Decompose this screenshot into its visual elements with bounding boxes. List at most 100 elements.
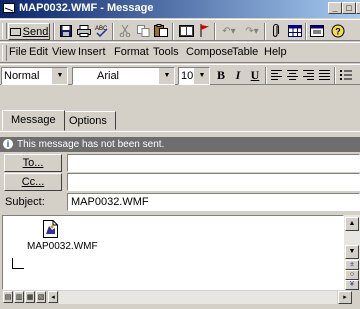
scroll-right-icon[interactable]: ▸ bbox=[338, 291, 352, 304]
outline-view-icon[interactable]: ▧ bbox=[36, 291, 46, 303]
minimize-button[interactable]: _ bbox=[328, 2, 342, 14]
previous-page-icon[interactable]: ± bbox=[345, 260, 359, 270]
normal-view-icon[interactable]: ▤ bbox=[3, 291, 13, 303]
select-browse-icon[interactable]: ○ bbox=[345, 270, 359, 280]
save-icon bbox=[60, 25, 72, 37]
chevron-down-icon: ▼ bbox=[52, 68, 67, 84]
subject-field[interactable]: MAP0032.WMF bbox=[67, 193, 360, 211]
justify-button[interactable] bbox=[317, 67, 332, 84]
menu-compose[interactable]: Compose bbox=[186, 46, 233, 58]
scroll-left-icon[interactable]: ◂ bbox=[48, 291, 58, 303]
table-button[interactable] bbox=[287, 23, 303, 40]
subject-label: Subject: bbox=[5, 196, 45, 208]
file-icon bbox=[43, 220, 58, 238]
toolbar-separator bbox=[334, 67, 336, 84]
chevron-down-icon: ▼ bbox=[159, 68, 174, 84]
spell-check-icon: ABC bbox=[95, 26, 108, 38]
bullets-button[interactable] bbox=[338, 67, 354, 84]
toolbar-grip[interactable] bbox=[2, 23, 7, 39]
redo-button[interactable]: ↷▾ bbox=[241, 23, 263, 40]
align-left-button[interactable] bbox=[269, 67, 284, 84]
info-text: This message has not been sent. bbox=[17, 139, 165, 150]
attachment-filename[interactable]: MAP0032.WMF bbox=[27, 241, 98, 252]
attachment-item[interactable] bbox=[41, 220, 59, 238]
font-select[interactable]: Arial ▼ bbox=[72, 67, 175, 85]
bold-button[interactable]: B bbox=[213, 67, 229, 84]
align-center-button[interactable] bbox=[285, 67, 300, 84]
toolbar-separator bbox=[112, 23, 114, 40]
help-button[interactable]: ? bbox=[329, 23, 347, 40]
toolbar-separator bbox=[214, 23, 216, 40]
formatting-toolbar: Normal ▼ Arial ▼ 10 ▼ B I U bbox=[0, 64, 360, 85]
copy-icon bbox=[136, 25, 149, 37]
menu-tools[interactable]: Tools bbox=[153, 46, 179, 58]
horizontal-scroll-track[interactable] bbox=[59, 291, 337, 304]
toolbar-separator bbox=[53, 23, 55, 40]
align-right-icon bbox=[303, 70, 314, 80]
help-icon: ? bbox=[331, 24, 345, 38]
print-button[interactable] bbox=[76, 23, 92, 40]
view-button[interactable] bbox=[309, 23, 325, 40]
align-left-icon bbox=[271, 70, 282, 80]
to-label: To... bbox=[22, 157, 44, 169]
cc-button[interactable]: Cc... bbox=[4, 173, 62, 191]
scroll-down-icon[interactable]: ▼ bbox=[345, 245, 359, 259]
bullets-icon bbox=[340, 70, 352, 80]
cut-button[interactable] bbox=[117, 23, 133, 40]
font-size-value: 10 bbox=[181, 70, 194, 82]
flag-icon bbox=[200, 24, 209, 37]
menu-view[interactable]: View bbox=[52, 46, 76, 58]
to-field[interactable] bbox=[67, 154, 360, 172]
align-center-icon bbox=[287, 70, 298, 80]
scroll-up-icon[interactable]: ▲ bbox=[345, 217, 359, 231]
cc-field[interactable] bbox=[67, 173, 360, 191]
tab-message[interactable]: Message bbox=[2, 110, 65, 131]
copy-button[interactable] bbox=[135, 23, 151, 40]
bottom-bar: ▤ ▥ ▦ ▧ ◂ ▸ bbox=[0, 290, 360, 306]
attach-icon bbox=[273, 24, 279, 37]
menu-file[interactable]: File bbox=[9, 46, 27, 58]
message-body[interactable]: MAP0032.WMF bbox=[2, 215, 344, 290]
style-value: Normal bbox=[4, 70, 40, 82]
info-bar: i This message has not been sent. bbox=[0, 137, 360, 152]
attach-button[interactable] bbox=[268, 23, 284, 40]
svg-text:?: ? bbox=[335, 27, 341, 37]
print-icon bbox=[77, 25, 91, 37]
font-size-select[interactable]: 10 ▼ bbox=[178, 67, 210, 85]
close-button[interactable]: x bbox=[356, 2, 360, 14]
flag-button[interactable] bbox=[198, 23, 212, 40]
style-select[interactable]: Normal ▼ bbox=[1, 67, 68, 85]
underline-button[interactable]: U bbox=[247, 67, 263, 84]
save-button[interactable] bbox=[58, 23, 74, 40]
paste-button[interactable] bbox=[152, 23, 170, 40]
web-view-icon[interactable]: ▥ bbox=[14, 291, 24, 303]
menu-table[interactable]: Table bbox=[232, 46, 258, 58]
toolbar-separator bbox=[172, 23, 174, 40]
address-book-button[interactable] bbox=[177, 23, 195, 40]
align-right-button[interactable] bbox=[301, 67, 316, 84]
menu-help[interactable]: Help bbox=[264, 46, 287, 58]
spell-check-button[interactable]: ABC bbox=[94, 23, 110, 40]
title-bar: MAP0032.WMF - Message _ □ x bbox=[0, 0, 360, 18]
toolbar-separator bbox=[265, 67, 267, 84]
send-label: Send bbox=[22, 26, 49, 38]
menu-insert[interactable]: Insert bbox=[78, 46, 106, 58]
menu-edit[interactable]: Edit bbox=[29, 46, 48, 58]
tab-options[interactable]: Options bbox=[60, 111, 116, 130]
send-button[interactable]: Send bbox=[8, 23, 50, 40]
menu-grip[interactable] bbox=[2, 45, 7, 61]
cut-icon bbox=[119, 24, 131, 38]
view-icon bbox=[310, 25, 324, 37]
chevron-down-icon: ▼ bbox=[194, 68, 209, 84]
paste-icon bbox=[154, 24, 168, 37]
undo-button[interactable]: ↶▾ bbox=[218, 23, 240, 40]
print-view-icon[interactable]: ▦ bbox=[25, 291, 35, 303]
italic-button[interactable]: I bbox=[230, 67, 246, 84]
maximize-button[interactable]: □ bbox=[342, 2, 356, 14]
next-page-icon[interactable]: ¥ bbox=[345, 280, 359, 290]
toolbar-separator bbox=[305, 23, 307, 40]
menu-format[interactable]: Format bbox=[114, 46, 149, 58]
vertical-scrollbar[interactable]: ▲ ▼ ± ○ ¥ bbox=[344, 215, 360, 290]
font-value: Arial bbox=[97, 70, 120, 82]
to-button[interactable]: To... bbox=[4, 154, 62, 172]
